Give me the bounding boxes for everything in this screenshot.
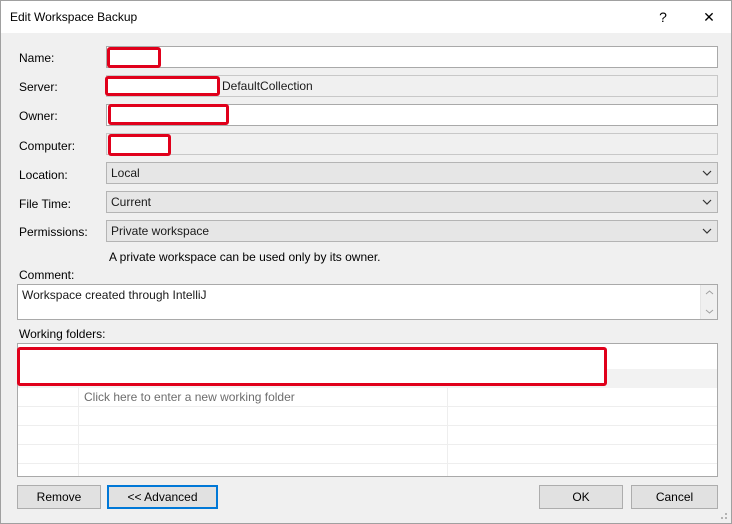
title-bar: Edit Workspace Backup ? ✕ <box>1 1 731 33</box>
owner-redaction <box>108 104 229 125</box>
computer-redaction <box>108 134 171 156</box>
scroll-arrows-icon <box>705 290 714 314</box>
owner-label: Owner: <box>19 109 58 123</box>
permissions-select[interactable]: Private workspace <box>106 220 718 242</box>
server-value: DefaultCollection <box>222 79 313 93</box>
permissions-label: Permissions: <box>19 225 88 239</box>
close-icon: ✕ <box>703 8 715 25</box>
name-field[interactable] <box>106 46 718 68</box>
comment-scrollbar[interactable] <box>700 285 717 319</box>
comment-label: Comment: <box>19 268 75 282</box>
server-label: Server: <box>19 80 58 94</box>
working-folders-redaction <box>17 347 607 386</box>
ok-button[interactable]: OK <box>539 485 623 509</box>
remove-button[interactable]: Remove <box>17 485 101 509</box>
working-folders-label: Working folders: <box>19 327 106 341</box>
server-redaction <box>105 76 220 96</box>
chevron-down-icon <box>702 170 712 176</box>
resize-grip-icon[interactable] <box>718 510 728 520</box>
permissions-hint: A private workspace can be used only by … <box>109 250 381 264</box>
filetime-label: File Time: <box>19 197 72 211</box>
table-row <box>18 407 717 426</box>
name-label: Name: <box>19 51 55 65</box>
new-folder-row[interactable]: Click here to enter a new working folder <box>18 388 717 407</box>
dialog-window: Edit Workspace Backup ? ✕ Name: Server: … <box>0 0 732 524</box>
cancel-button[interactable]: Cancel <box>631 485 718 509</box>
table-row <box>18 445 717 464</box>
location-select[interactable]: Local <box>106 162 718 184</box>
name-redaction <box>107 47 161 68</box>
filetime-select[interactable]: Current <box>106 191 718 213</box>
location-label: Location: <box>19 168 68 182</box>
help-icon: ? <box>659 9 667 25</box>
table-row <box>18 426 717 445</box>
advanced-button[interactable]: << Advanced <box>107 485 218 509</box>
dialog-title: Edit Workspace Backup <box>10 10 138 24</box>
close-button[interactable]: ✕ <box>687 1 731 33</box>
comment-textarea[interactable]: Workspace created through IntelliJ <box>17 284 718 320</box>
chevron-down-icon <box>702 228 712 234</box>
computer-label: Computer: <box>19 139 76 153</box>
location-value: Local <box>111 166 140 180</box>
help-button[interactable]: ? <box>641 1 685 33</box>
filetime-value: Current <box>111 195 152 209</box>
computer-field[interactable] <box>106 133 718 155</box>
chevron-down-icon <box>702 199 712 205</box>
permissions-value: Private workspace <box>111 224 210 238</box>
comment-value: Workspace created through IntelliJ <box>22 288 207 302</box>
new-folder-placeholder: Click here to enter a new working folder <box>84 390 295 404</box>
